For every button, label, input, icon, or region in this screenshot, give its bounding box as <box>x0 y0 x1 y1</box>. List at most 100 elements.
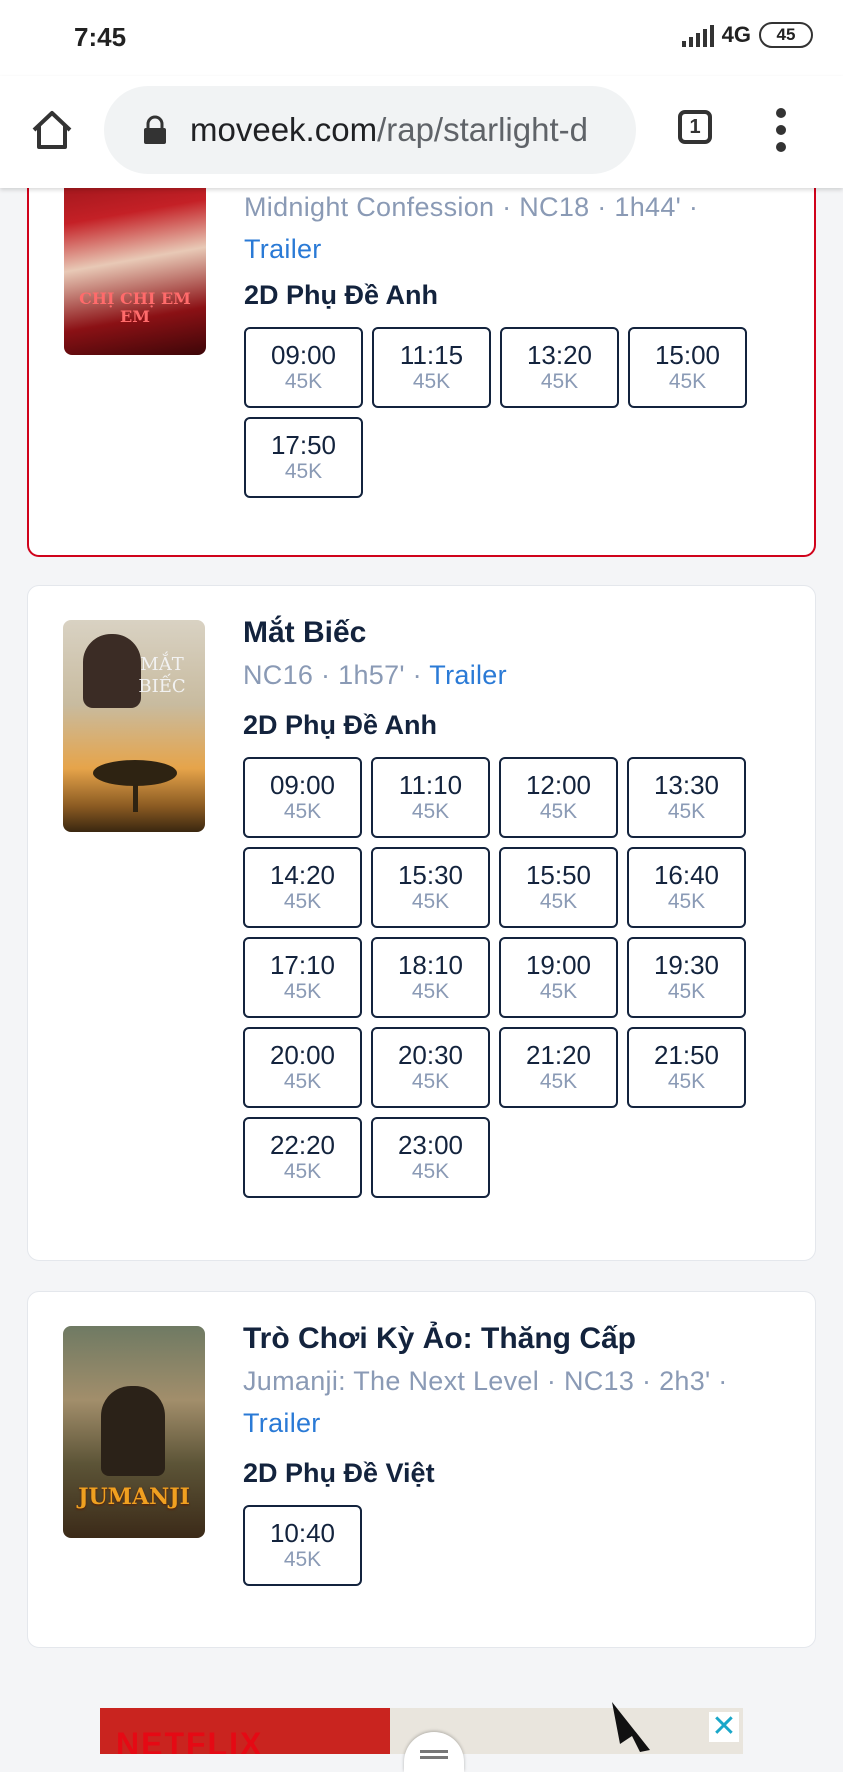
showtime-time: 11:10 <box>398 769 463 800</box>
status-bar: 7:45 4G 45 <box>0 0 843 76</box>
showtime-price: 45K <box>411 1069 450 1093</box>
cursor-icon <box>612 1702 650 1752</box>
showtime-price: 45K <box>411 889 450 913</box>
showtime-button[interactable]: 17:10 45K <box>243 937 362 1018</box>
signal-icon <box>681 23 714 47</box>
duration: 1h44' <box>614 192 682 222</box>
showtime-price: 45K <box>283 1547 322 1571</box>
showtime-price: 45K <box>539 979 578 1003</box>
poster-title: CHỊ CHỊ EM EM <box>79 289 191 326</box>
format-label: 2D Phụ Đề Việt <box>243 1458 435 1488</box>
showtime-button[interactable]: 19:00 45K <box>499 937 618 1018</box>
movie-title[interactable]: Mắt Biếc <box>243 616 795 650</box>
showtime-button[interactable]: 20:30 45K <box>371 1027 490 1108</box>
movie-meta: Midnight Confession · NC18 · 1h44' · Tra… <box>244 192 699 264</box>
ad-brand: NETFLIX <box>116 1726 264 1754</box>
showtime-price: 45K <box>283 1159 322 1183</box>
showtime-button[interactable]: 22:20 45K <box>243 1117 362 1198</box>
showtime-time: 20:30 <box>397 1039 464 1070</box>
showtime-button[interactable]: 14:20 45K <box>243 847 362 928</box>
showtime-time: 17:10 <box>269 949 336 980</box>
showtime-button[interactable]: 13:20 45K <box>500 327 619 408</box>
tab-count: 1 <box>689 115 701 138</box>
showtime-price: 45K <box>539 1069 578 1093</box>
showtime-time: 19:30 <box>653 949 720 980</box>
rating: NC16 <box>243 660 314 690</box>
movie-title[interactable]: Trò Chơi Kỳ Ảo: Thăng Cấp <box>243 1322 795 1356</box>
showtime-price: 45K <box>539 889 578 913</box>
showtime-price: 45K <box>540 369 579 393</box>
original-title: Midnight Confession <box>244 192 495 222</box>
status-time: 7:45 <box>74 22 127 52</box>
duration: 1h57' <box>338 660 405 690</box>
showtime-price: 45K <box>667 889 706 913</box>
trailer-link[interactable]: Trailer <box>244 234 322 264</box>
showtime-time: 13:30 <box>653 769 720 800</box>
showtime-price: 45K <box>283 979 322 1003</box>
showtime-time: 11:15 <box>399 339 464 370</box>
showtime-button[interactable]: 09:00 45K <box>244 327 363 408</box>
showtime-price: 45K <box>668 369 707 393</box>
showtime-time: 17:50 <box>270 429 337 460</box>
movie-meta: Jumanji: The Next Level · NC13 · 2h3' · … <box>243 1366 728 1438</box>
rating: NC18 <box>519 192 590 222</box>
showtime-button[interactable]: 15:30 45K <box>371 847 490 928</box>
showtime-time: 19:00 <box>525 949 592 980</box>
showtime-price: 45K <box>539 799 578 823</box>
showtime-button[interactable]: 16:40 45K <box>627 847 746 928</box>
showtime-time: 14:20 <box>269 859 336 890</box>
showtime-price: 45K <box>412 369 451 393</box>
showtime-price: 45K <box>411 799 450 823</box>
showtime-button[interactable]: 17:50 45K <box>244 417 363 498</box>
network-label: 4G <box>721 22 751 47</box>
battery-icon: 45 <box>759 22 813 48</box>
showtime-price: 45K <box>283 1069 322 1093</box>
trailer-link[interactable]: Trailer <box>243 1408 321 1438</box>
showtime-button[interactable]: 21:50 45K <box>627 1027 746 1108</box>
showtime-time: 15:00 <box>654 339 721 370</box>
showtime-button[interactable]: 10:40 45K <box>243 1505 362 1586</box>
showtime-button[interactable]: 18:10 45K <box>371 937 490 1018</box>
showtime-button[interactable]: 20:00 45K <box>243 1027 362 1108</box>
movie-poster[interactable]: JUMANJI <box>63 1326 205 1538</box>
format-label: 2D Phụ Đề Anh <box>243 710 438 740</box>
showtime-button[interactable]: 23:00 45K <box>371 1117 490 1198</box>
menu-icon[interactable] <box>774 108 788 152</box>
tabs-icon[interactable]: 1 <box>678 110 712 144</box>
movie-card: MẮT BIẾC Mắt Biếc NC16 · 1h57' · Trailer… <box>27 585 816 1261</box>
showtime-price: 45K <box>284 369 323 393</box>
url-bar[interactable]: moveek.com/rap/starlight-d <box>104 86 636 174</box>
duration: 2h3' <box>659 1366 711 1396</box>
status-indicators: 4G 45 <box>681 22 813 48</box>
showtime-button[interactable]: 12:00 45K <box>499 757 618 838</box>
poster-figure <box>101 1386 165 1476</box>
showtime-button[interactable]: 15:00 45K <box>628 327 747 408</box>
trailer-link[interactable]: Trailer <box>429 660 507 690</box>
close-icon[interactable]: ✕ <box>709 1712 739 1742</box>
showtime-button[interactable]: 19:30 45K <box>627 937 746 1018</box>
movie-poster[interactable]: MẮT BIẾC <box>63 620 205 832</box>
showtime-time: 16:40 <box>653 859 720 890</box>
rating: NC13 <box>563 1366 635 1396</box>
showtime-time: 09:00 <box>269 769 336 800</box>
showtime-time: 21:50 <box>653 1039 720 1070</box>
showtime-button[interactable]: 15:50 45K <box>499 847 618 928</box>
format-label: 2D Phụ Đề Anh <box>244 280 439 310</box>
showtime-button[interactable]: 13:30 45K <box>627 757 746 838</box>
showtime-button[interactable]: 21:20 45K <box>499 1027 618 1108</box>
showtime-time: 22:20 <box>269 1129 336 1160</box>
home-icon[interactable] <box>28 106 76 154</box>
battery-level: 45 <box>776 25 796 44</box>
url-text: moveek.com/rap/starlight-d <box>190 111 588 149</box>
showtime-button[interactable]: 11:15 45K <box>372 327 491 408</box>
showtime-price: 45K <box>411 979 450 1003</box>
lock-icon <box>144 115 166 144</box>
showtime-time: 23:00 <box>397 1129 464 1160</box>
showtime-time: 15:30 <box>397 859 464 890</box>
showtime-time: 09:00 <box>270 339 337 370</box>
showtimes-grid: 09:00 45K 11:15 45K 13:20 45K 15:00 45K 17:50 45K <box>244 327 794 498</box>
movie-meta: NC16 · 1h57' · Trailer <box>243 660 507 690</box>
showtime-button[interactable]: 09:00 45K <box>243 757 362 838</box>
showtime-button[interactable]: 11:10 45K <box>371 757 490 838</box>
url-host: moveek.com <box>190 111 378 148</box>
